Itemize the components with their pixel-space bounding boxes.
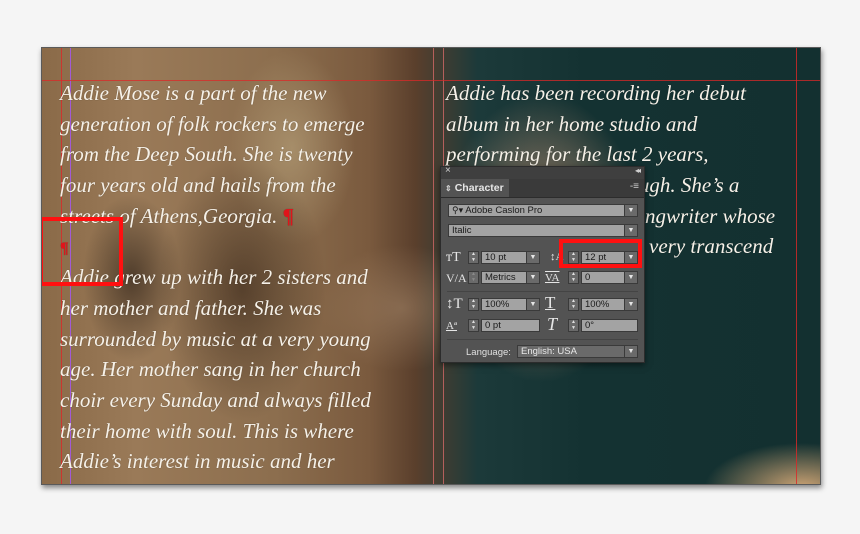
- kerning-icon: V/A: [446, 271, 467, 285]
- kerning-dropdown[interactable]: ▼: [526, 271, 540, 284]
- panel-menu-icon[interactable]: -≡: [630, 181, 639, 192]
- text-line: Addie’s interest in music and her: [60, 449, 335, 474]
- text-line: very transcend: [649, 234, 774, 259]
- baseline-shift-stepper[interactable]: ▲ ▼: [468, 319, 479, 332]
- text-line: Addie Mose is a part of the new: [60, 81, 327, 105]
- font-size-stepper[interactable]: ▲ ▼: [468, 251, 479, 264]
- horizontal-scale-dropdown[interactable]: ▼: [624, 298, 638, 311]
- tab-character[interactable]: ⇕ Character: [441, 179, 509, 197]
- column-guide-right: [796, 48, 797, 484]
- font-style-dropdown[interactable]: ▼: [624, 224, 638, 237]
- text-line: ngwriter whose: [645, 203, 776, 228]
- font-size-icon: ᴛT: [446, 250, 461, 265]
- tracking-dropdown[interactable]: ▼: [624, 271, 638, 284]
- panel-titlebar[interactable]: × ◂◂: [441, 165, 644, 179]
- horizontal-scale-stepper[interactable]: ▲ ▼: [568, 298, 579, 311]
- highlight-empty-paragraph: [42, 217, 123, 286]
- text-line: album in her home studio and: [446, 111, 698, 136]
- text-line: four years old and hails from the: [60, 173, 336, 198]
- search-icon: ⚲▾: [452, 205, 464, 215]
- highlight-leading-field: [559, 239, 642, 268]
- font-size-field[interactable]: 10 pt: [481, 251, 527, 264]
- font-family-dropdown[interactable]: ▼: [624, 204, 638, 217]
- horizontal-scale-icon: T: [545, 293, 556, 312]
- close-icon[interactable]: ×: [445, 165, 451, 176]
- tracking-stepper[interactable]: ▲ ▼: [568, 271, 579, 284]
- document-canvas: Addie Mose is a part of the new generati…: [41, 47, 821, 485]
- vertical-scale-field[interactable]: 100%: [481, 298, 527, 311]
- tab-label: Character: [454, 182, 504, 194]
- text-line: her mother and father. She was: [60, 295, 322, 320]
- panel-tabrow: ⇕ Character -≡: [441, 179, 644, 198]
- horizontal-scale-field[interactable]: 100%: [581, 298, 627, 311]
- language-dropdown[interactable]: ▼: [624, 345, 638, 358]
- skew-stepper[interactable]: ▲ ▼: [568, 319, 579, 332]
- kerning-stepper[interactable]: ▲ ▼: [468, 271, 479, 284]
- text-line: surrounded by music at a very young: [60, 326, 371, 351]
- text-line: age. Her mother sang in her church: [60, 357, 361, 382]
- tracking-field[interactable]: 0: [581, 271, 627, 284]
- text-frame-right[interactable]: Addie has been recording her debut album…: [446, 78, 746, 170]
- panel-divider: [447, 339, 638, 340]
- font-family-field[interactable]: ⚲▾ Adobe Caslon Pro: [448, 204, 625, 217]
- text-line: their home with soul. This is where: [60, 418, 354, 443]
- language-select[interactable]: English: USA: [517, 345, 625, 358]
- pilcrow-icon: ¶: [282, 203, 294, 228]
- column-guide-gutter-left: [433, 48, 434, 484]
- collapse-icon[interactable]: ◂◂: [635, 166, 641, 175]
- font-size-dropdown[interactable]: ▼: [526, 251, 540, 264]
- language-label: Language:: [466, 347, 511, 358]
- tracking-icon: VA: [545, 272, 560, 284]
- font-style-field[interactable]: Italic: [448, 224, 625, 237]
- expand-arrows-icon: ⇕: [445, 183, 452, 193]
- skew-icon: T: [547, 314, 558, 334]
- text-line: choir every Sunday and always filled: [60, 387, 371, 412]
- vertical-scale-stepper[interactable]: ▲ ▼: [468, 298, 479, 311]
- panel-divider: [447, 291, 638, 292]
- skew-field[interactable]: 0°: [581, 319, 638, 332]
- text-line: Addie has been recording her debut: [446, 81, 746, 105]
- vertical-scale-icon: ↕T: [446, 296, 463, 312]
- text-line: generation of folk rockers to emerge: [60, 111, 365, 136]
- text-line: from the Deep South. She is twenty: [60, 142, 353, 167]
- kerning-field[interactable]: Metrics: [481, 271, 527, 284]
- vertical-scale-dropdown[interactable]: ▼: [526, 298, 540, 311]
- baseline-shift-icon: Aª: [446, 320, 457, 332]
- font-family-value: Adobe Caslon Pro: [465, 205, 543, 216]
- baseline-shift-field[interactable]: 0 pt: [481, 319, 540, 332]
